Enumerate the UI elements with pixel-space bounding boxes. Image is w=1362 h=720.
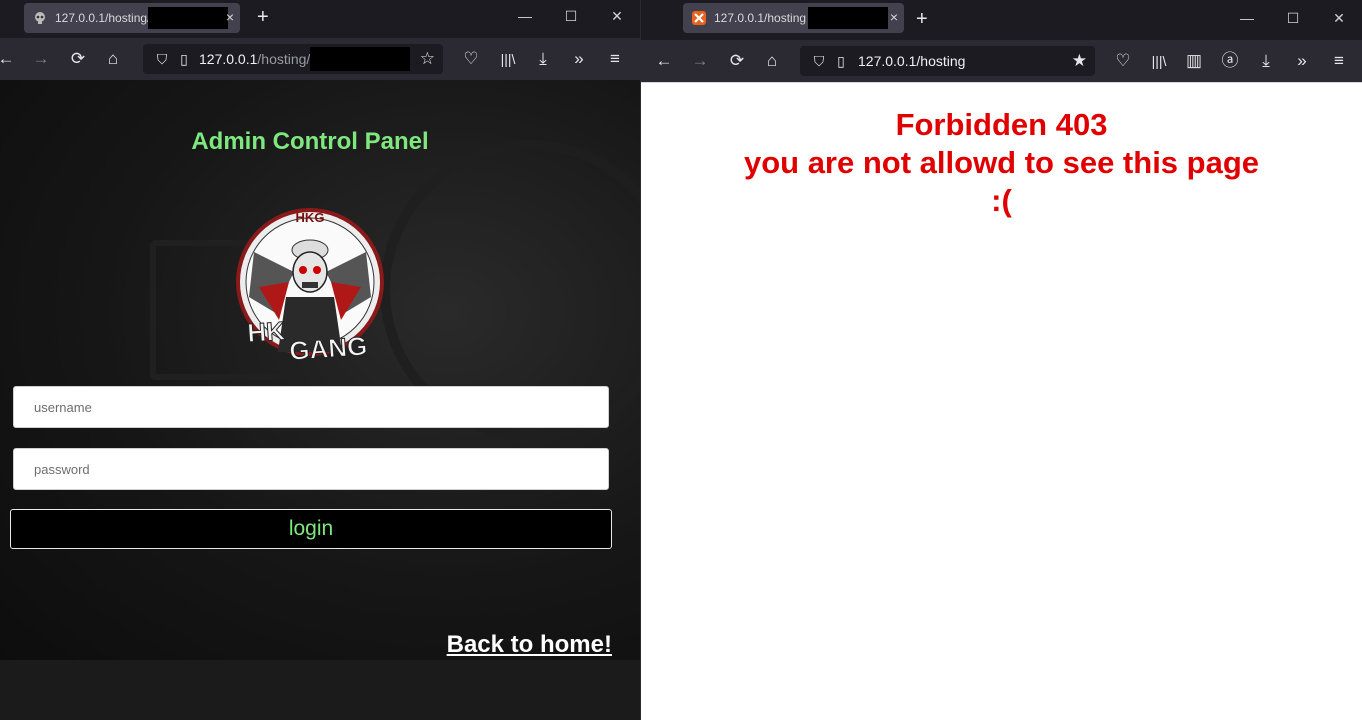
back-arrow-icon[interactable]: ← xyxy=(0,47,18,71)
pocket-icon[interactable]: ♡ xyxy=(459,47,483,71)
address-bar[interactable]: ⛉ ▯ 127.0.0.1/hosting ★ xyxy=(800,46,1095,76)
browser-tab[interactable]: 127.0.0.1/hosting × xyxy=(683,3,904,33)
new-tab-button[interactable]: + xyxy=(257,7,269,27)
bookmark-star-icon[interactable]: ★ xyxy=(1072,51,1087,71)
forbidden-subtext: you are not allowd to see this page xyxy=(743,145,1260,180)
skull-favicon-icon xyxy=(33,11,47,25)
right-browser-window: 127.0.0.1/hosting × + — ☐ ✕ ← → ⟳ ⌂ ⛉ ▯ … xyxy=(641,0,1362,720)
tab-close-icon[interactable]: × xyxy=(890,10,898,24)
left-browser-window: 127.0.0.1/hosting/ × + — ☐ ✕ ← → ⟳ ⌂ ⛉ ▯… xyxy=(0,0,640,720)
forward-arrow-icon[interactable]: → xyxy=(29,47,53,71)
username-input[interactable] xyxy=(13,386,609,428)
shield-icon[interactable]: ⛉ xyxy=(810,53,828,70)
menu-icon[interactable]: ≡ xyxy=(603,47,627,71)
page-icon: ▯ xyxy=(180,50,188,67)
url-text: 127.0.0.1/hosting/ xyxy=(199,51,311,67)
new-tab-button[interactable]: + xyxy=(916,9,928,29)
library-icon[interactable]: |||\ xyxy=(1147,49,1171,73)
password-input[interactable] xyxy=(13,448,609,490)
navigation-toolbar: ← → ⟳ ⌂ ⛉ ▯ 127.0.0.1/hosting/ ☆ ♡ |||\ … xyxy=(0,38,640,80)
tab-close-icon[interactable]: × xyxy=(226,10,234,24)
login-button[interactable]: login xyxy=(10,509,612,549)
tab-strip: 127.0.0.1/hosting/ × + — ☐ ✕ xyxy=(0,0,640,38)
navigation-toolbar: ← → ⟳ ⌂ ⛉ ▯ 127.0.0.1/hosting ★ ♡ |||\ ▥… xyxy=(641,40,1362,82)
pocket-icon[interactable]: ♡ xyxy=(1111,49,1135,73)
admin-login-page: Admin Control Panel HKG HK GANG login Ba… xyxy=(0,80,640,660)
forbidden-message: Forbidden 403 you are not allowd to see … xyxy=(641,106,1362,220)
address-bar[interactable]: ⛉ ▯ 127.0.0.1/hosting/ ☆ xyxy=(143,44,443,74)
tab-strip: 127.0.0.1/hosting × + — ☐ ✕ xyxy=(641,0,1362,38)
logo-top-text: HKG xyxy=(296,210,325,225)
page-icon: ▯ xyxy=(837,52,845,69)
page-footer-area xyxy=(0,660,640,720)
minimize-button[interactable]: — xyxy=(1227,8,1267,28)
reload-icon[interactable]: ⟳ xyxy=(725,49,749,73)
redacted-block xyxy=(148,7,229,29)
logo-line2: GANG xyxy=(288,331,368,366)
back-arrow-icon[interactable]: ← xyxy=(652,49,676,73)
logo-line1: HK xyxy=(246,315,286,348)
menu-icon[interactable]: ≡ xyxy=(1327,49,1351,73)
maximize-button[interactable]: ☐ xyxy=(551,6,591,26)
tab-title: 127.0.0.1/hosting/ xyxy=(55,11,151,25)
minimize-button[interactable]: — xyxy=(505,6,545,26)
url-text: 127.0.0.1/hosting xyxy=(858,53,966,69)
browser-tab[interactable]: 127.0.0.1/hosting/ × xyxy=(24,3,240,33)
xampp-favicon-icon xyxy=(692,11,706,25)
reload-icon[interactable]: ⟳ xyxy=(66,47,90,71)
page-title: Admin Control Panel xyxy=(191,128,429,155)
overflow-chevrons-icon[interactable]: » xyxy=(1290,49,1314,73)
forbidden-heading: Forbidden 403 xyxy=(895,107,1108,142)
close-window-button[interactable]: ✕ xyxy=(1319,8,1359,28)
home-icon[interactable]: ⌂ xyxy=(101,47,125,71)
close-window-button[interactable]: ✕ xyxy=(597,6,637,26)
bookmark-star-icon[interactable]: ☆ xyxy=(420,49,435,69)
hk-gang-logo: HKG HK GANG xyxy=(236,208,384,366)
forward-arrow-icon[interactable]: → xyxy=(688,49,712,73)
sidebar-icon[interactable]: ▥ xyxy=(1182,49,1206,73)
maximize-button[interactable]: ☐ xyxy=(1273,8,1313,28)
redacted-block xyxy=(310,47,411,71)
redacted-block xyxy=(808,7,889,29)
downloads-icon[interactable]: ⤓ xyxy=(1254,49,1278,73)
home-icon[interactable]: ⌂ xyxy=(760,49,784,73)
tab-title: 127.0.0.1/hosting xyxy=(714,11,807,25)
library-icon[interactable]: |||\ xyxy=(496,47,520,71)
shield-icon[interactable]: ⛉ xyxy=(153,51,171,68)
sad-face-text: :( xyxy=(991,183,1012,218)
back-to-home-link[interactable]: Back to home! xyxy=(447,631,612,659)
overflow-chevrons-icon[interactable]: » xyxy=(567,47,591,71)
extension-icon[interactable]: ⓐ xyxy=(1218,49,1242,73)
downloads-icon[interactable]: ⤓ xyxy=(531,47,555,71)
forbidden-page: Forbidden 403 you are not allowd to see … xyxy=(641,82,1362,720)
